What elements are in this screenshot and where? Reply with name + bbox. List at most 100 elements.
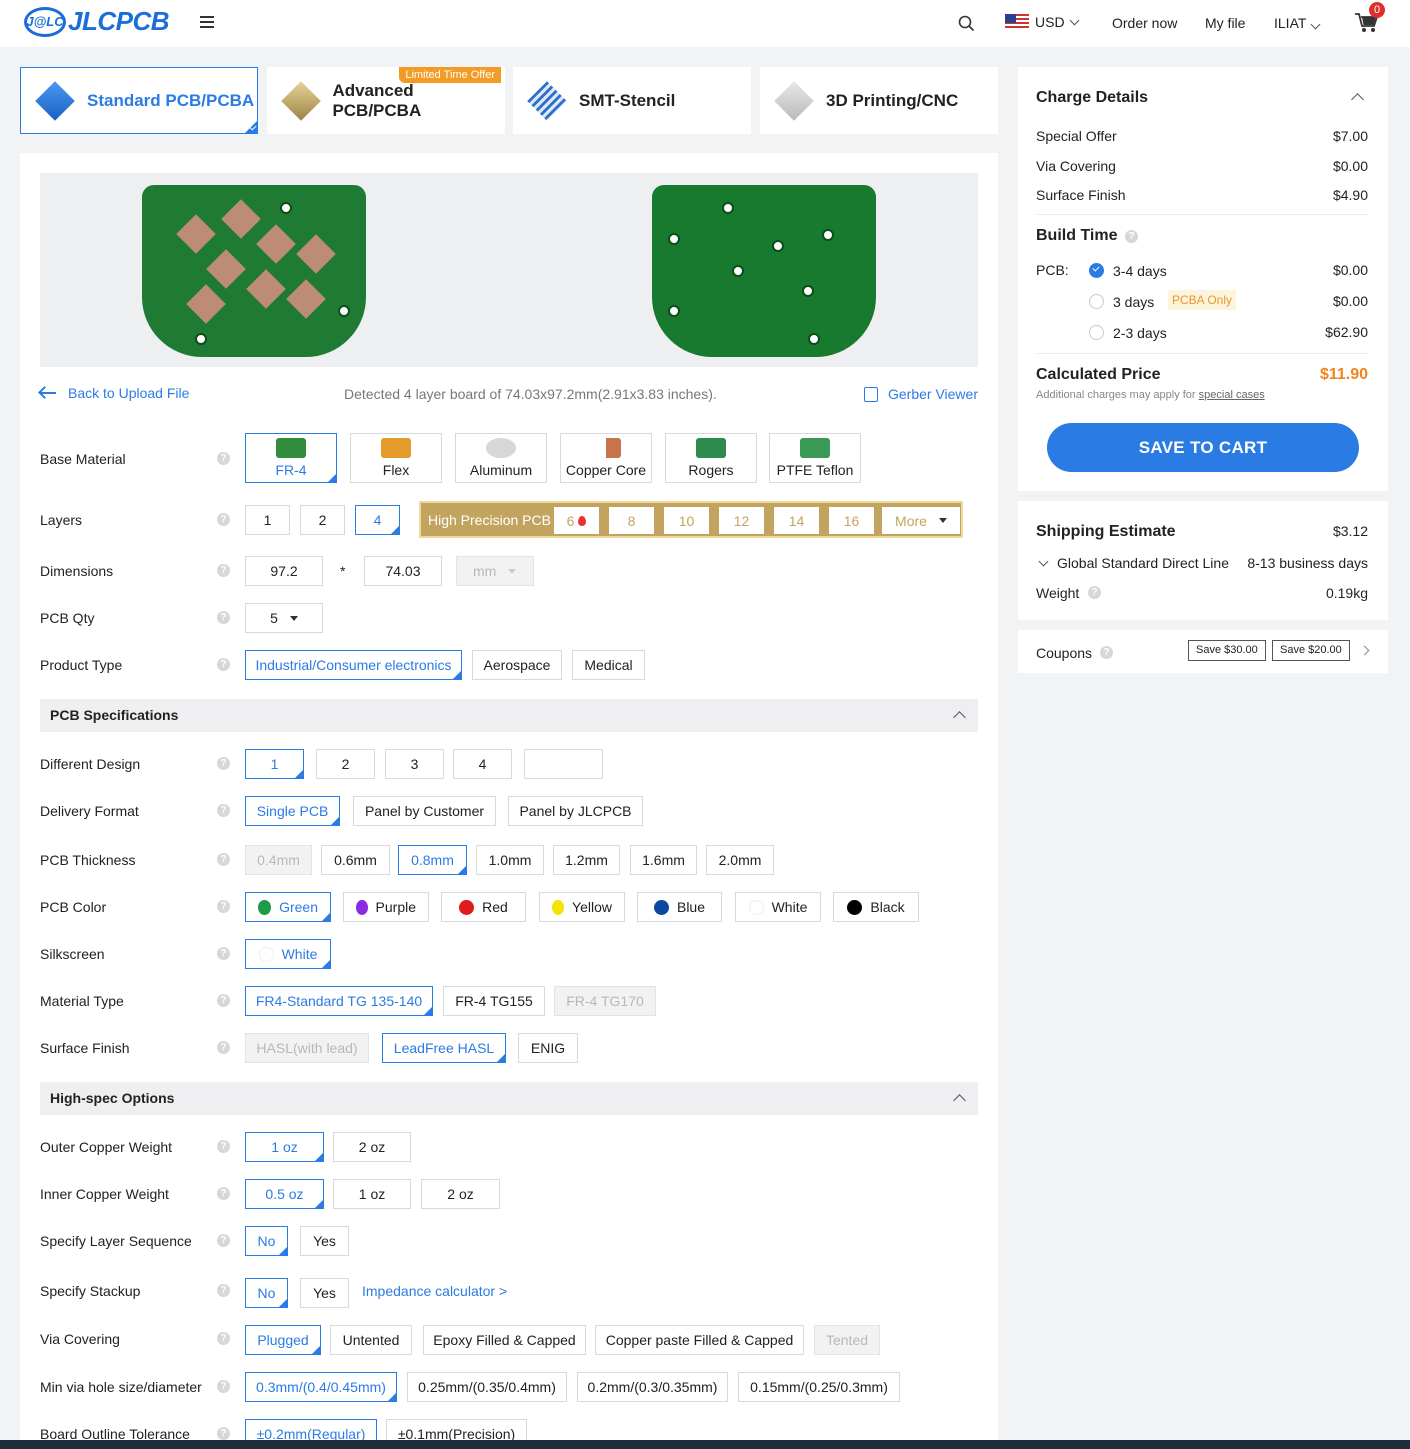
delivery-panel-by-jlcpcb[interactable]: Panel by JLCPCB [508,796,643,826]
help-icon[interactable]: ? [217,452,230,465]
shipping-method-select[interactable]: Global Standard Direct Line [1036,555,1229,571]
color-green[interactable]: Green [245,892,331,922]
help-icon[interactable]: ? [217,1234,230,1247]
outer-copper-1oz[interactable]: 1 oz [245,1132,324,1162]
via-plugged[interactable]: Plugged [245,1325,321,1355]
color-red[interactable]: Red [441,892,526,922]
coupon-badge[interactable]: Save $30.00 [1188,640,1266,661]
impedance-calculator-link[interactable]: Impedance calculator > [362,1283,507,1299]
jlcpcb-logo[interactable]: J@LC JLCPCB [24,6,170,37]
layers-option-16[interactable]: 16 [829,507,874,534]
high-spec-options-section[interactable]: High-spec Options [40,1082,978,1115]
layer-sequence-yes[interactable]: Yes [300,1226,349,1256]
color-purple[interactable]: Purple [343,892,429,922]
help-icon[interactable]: ? [217,513,230,526]
via-tented[interactable]: Tented [814,1325,880,1355]
thickness-0-4mm[interactable]: 0.4mm [245,845,312,875]
via-untented[interactable]: Untented [330,1325,412,1355]
help-icon[interactable]: ? [1100,646,1113,659]
different-design-1[interactable]: 1 [245,749,304,779]
base-material-fr4[interactable]: FR-4 [245,433,337,483]
layers-more-dropdown[interactable]: More [882,507,960,534]
nav-my-file[interactable]: My file [1205,15,1245,31]
color-black[interactable]: Black [833,892,919,922]
surface-leadfree-hasl[interactable]: LeadFree HASL [382,1033,506,1063]
help-icon[interactable]: ? [1088,586,1101,599]
help-icon[interactable]: ? [217,757,230,770]
base-material-flex[interactable]: Flex [350,433,442,483]
base-material-rogers[interactable]: Rogers [665,433,757,483]
product-type-aerospace[interactable]: Aerospace [472,650,562,680]
material-fr4-standard[interactable]: FR4-Standard TG 135-140 [245,986,433,1016]
help-icon[interactable]: ? [217,1140,230,1153]
thickness-2-0mm[interactable]: 2.0mm [706,845,774,875]
surface-hasl-with-lead[interactable]: HASL(with lead) [245,1033,369,1063]
thickness-1-6mm[interactable]: 1.6mm [630,845,697,875]
thickness-0-6mm[interactable]: 0.6mm [321,845,390,875]
surface-enig[interactable]: ENIG [518,1033,578,1063]
layers-option-4[interactable]: 4 [355,505,400,535]
currency-selector[interactable]: USD [1005,14,1080,30]
dimension-x-input[interactable]: 97.2 [245,556,323,586]
nav-order-now[interactable]: Order now [1112,15,1177,31]
nav-user-menu[interactable]: ILIAT [1274,15,1321,31]
different-design-custom-input[interactable] [524,749,603,779]
outer-copper-2oz[interactable]: 2 oz [333,1132,411,1162]
material-fr4-tg170[interactable]: FR-4 TG170 [554,986,656,1016]
color-white[interactable]: White [735,892,821,922]
build-2-3-days-radio[interactable] [1089,325,1104,340]
pcb-specifications-section[interactable]: PCB Specifications [40,699,978,732]
via-epoxy-filled[interactable]: Epoxy Filled & Capped [423,1325,586,1355]
inner-copper-0-5oz[interactable]: 0.5 oz [245,1179,324,1209]
stackup-yes[interactable]: Yes [300,1278,349,1308]
help-icon[interactable]: ? [217,853,230,866]
help-icon[interactable]: ? [217,804,230,817]
tab-advanced-pcb[interactable]: Advanced PCB/PCBA Limited Time Offer [267,67,505,134]
layers-option-8[interactable]: 8 [609,507,654,534]
delivery-panel-by-customer[interactable]: Panel by Customer [353,796,496,826]
inner-copper-1oz[interactable]: 1 oz [333,1179,411,1209]
product-type-medical[interactable]: Medical [572,650,645,680]
coupon-badge[interactable]: Save $20.00 [1272,640,1350,661]
base-material-aluminum[interactable]: Aluminum [455,433,547,483]
inner-copper-2oz[interactable]: 2 oz [421,1179,500,1209]
tab-standard-pcb[interactable]: Standard PCB/PCBA [20,67,258,134]
min-via-0-15mm[interactable]: 0.15mm/(0.25/0.3mm) [738,1372,900,1402]
min-via-0-25mm[interactable]: 0.25mm/(0.35/0.4mm) [407,1372,567,1402]
help-icon[interactable]: ? [217,1284,230,1297]
search-icon[interactable] [958,15,975,32]
help-icon[interactable]: ? [217,658,230,671]
help-icon[interactable]: ? [1125,230,1138,243]
layers-option-14[interactable]: 14 [774,507,819,534]
thickness-1-2mm[interactable]: 1.2mm [553,845,620,875]
chevron-up-icon[interactable] [1351,93,1364,106]
tab-smt-stencil[interactable]: SMT-Stencil [513,67,751,134]
help-icon[interactable]: ? [217,994,230,1007]
layers-option-12[interactable]: 12 [719,507,764,534]
delivery-single-pcb[interactable]: Single PCB [245,796,340,826]
help-icon[interactable]: ? [217,947,230,960]
tab-3d-printing[interactable]: 3D Printing/CNC [760,67,998,134]
product-type-industrial[interactable]: Industrial/Consumer electronics [245,650,462,680]
silkscreen-white[interactable]: White [245,939,331,969]
back-to-upload-link[interactable]: Back to Upload File [40,385,189,401]
thickness-0-8mm[interactable]: 0.8mm [398,845,467,875]
different-design-3[interactable]: 3 [385,749,444,779]
material-fr4-tg155[interactable]: FR-4 TG155 [443,986,545,1016]
build-3-4-days-radio[interactable] [1089,263,1104,278]
help-icon[interactable]: ? [217,900,230,913]
base-material-copper-core[interactable]: Copper Core [560,433,652,483]
color-blue[interactable]: Blue [637,892,722,922]
help-icon[interactable]: ? [217,1332,230,1345]
via-copper-paste-filled[interactable]: Copper paste Filled & Capped [595,1325,804,1355]
help-icon[interactable]: ? [217,1187,230,1200]
dimension-y-input[interactable]: 74.03 [364,556,442,586]
layer-sequence-no[interactable]: No [245,1226,288,1256]
help-icon[interactable]: ? [217,611,230,624]
coupons-panel[interactable]: Coupons ? Save $30.00 Save $20.00 [1018,630,1388,673]
different-design-4[interactable]: 4 [453,749,512,779]
dimension-unit-select[interactable]: mm [456,556,534,586]
help-icon[interactable]: ? [217,1380,230,1393]
min-via-0-2mm[interactable]: 0.2mm/(0.3/0.35mm) [577,1372,728,1402]
pcb-qty-select[interactable]: 5 [245,603,323,633]
